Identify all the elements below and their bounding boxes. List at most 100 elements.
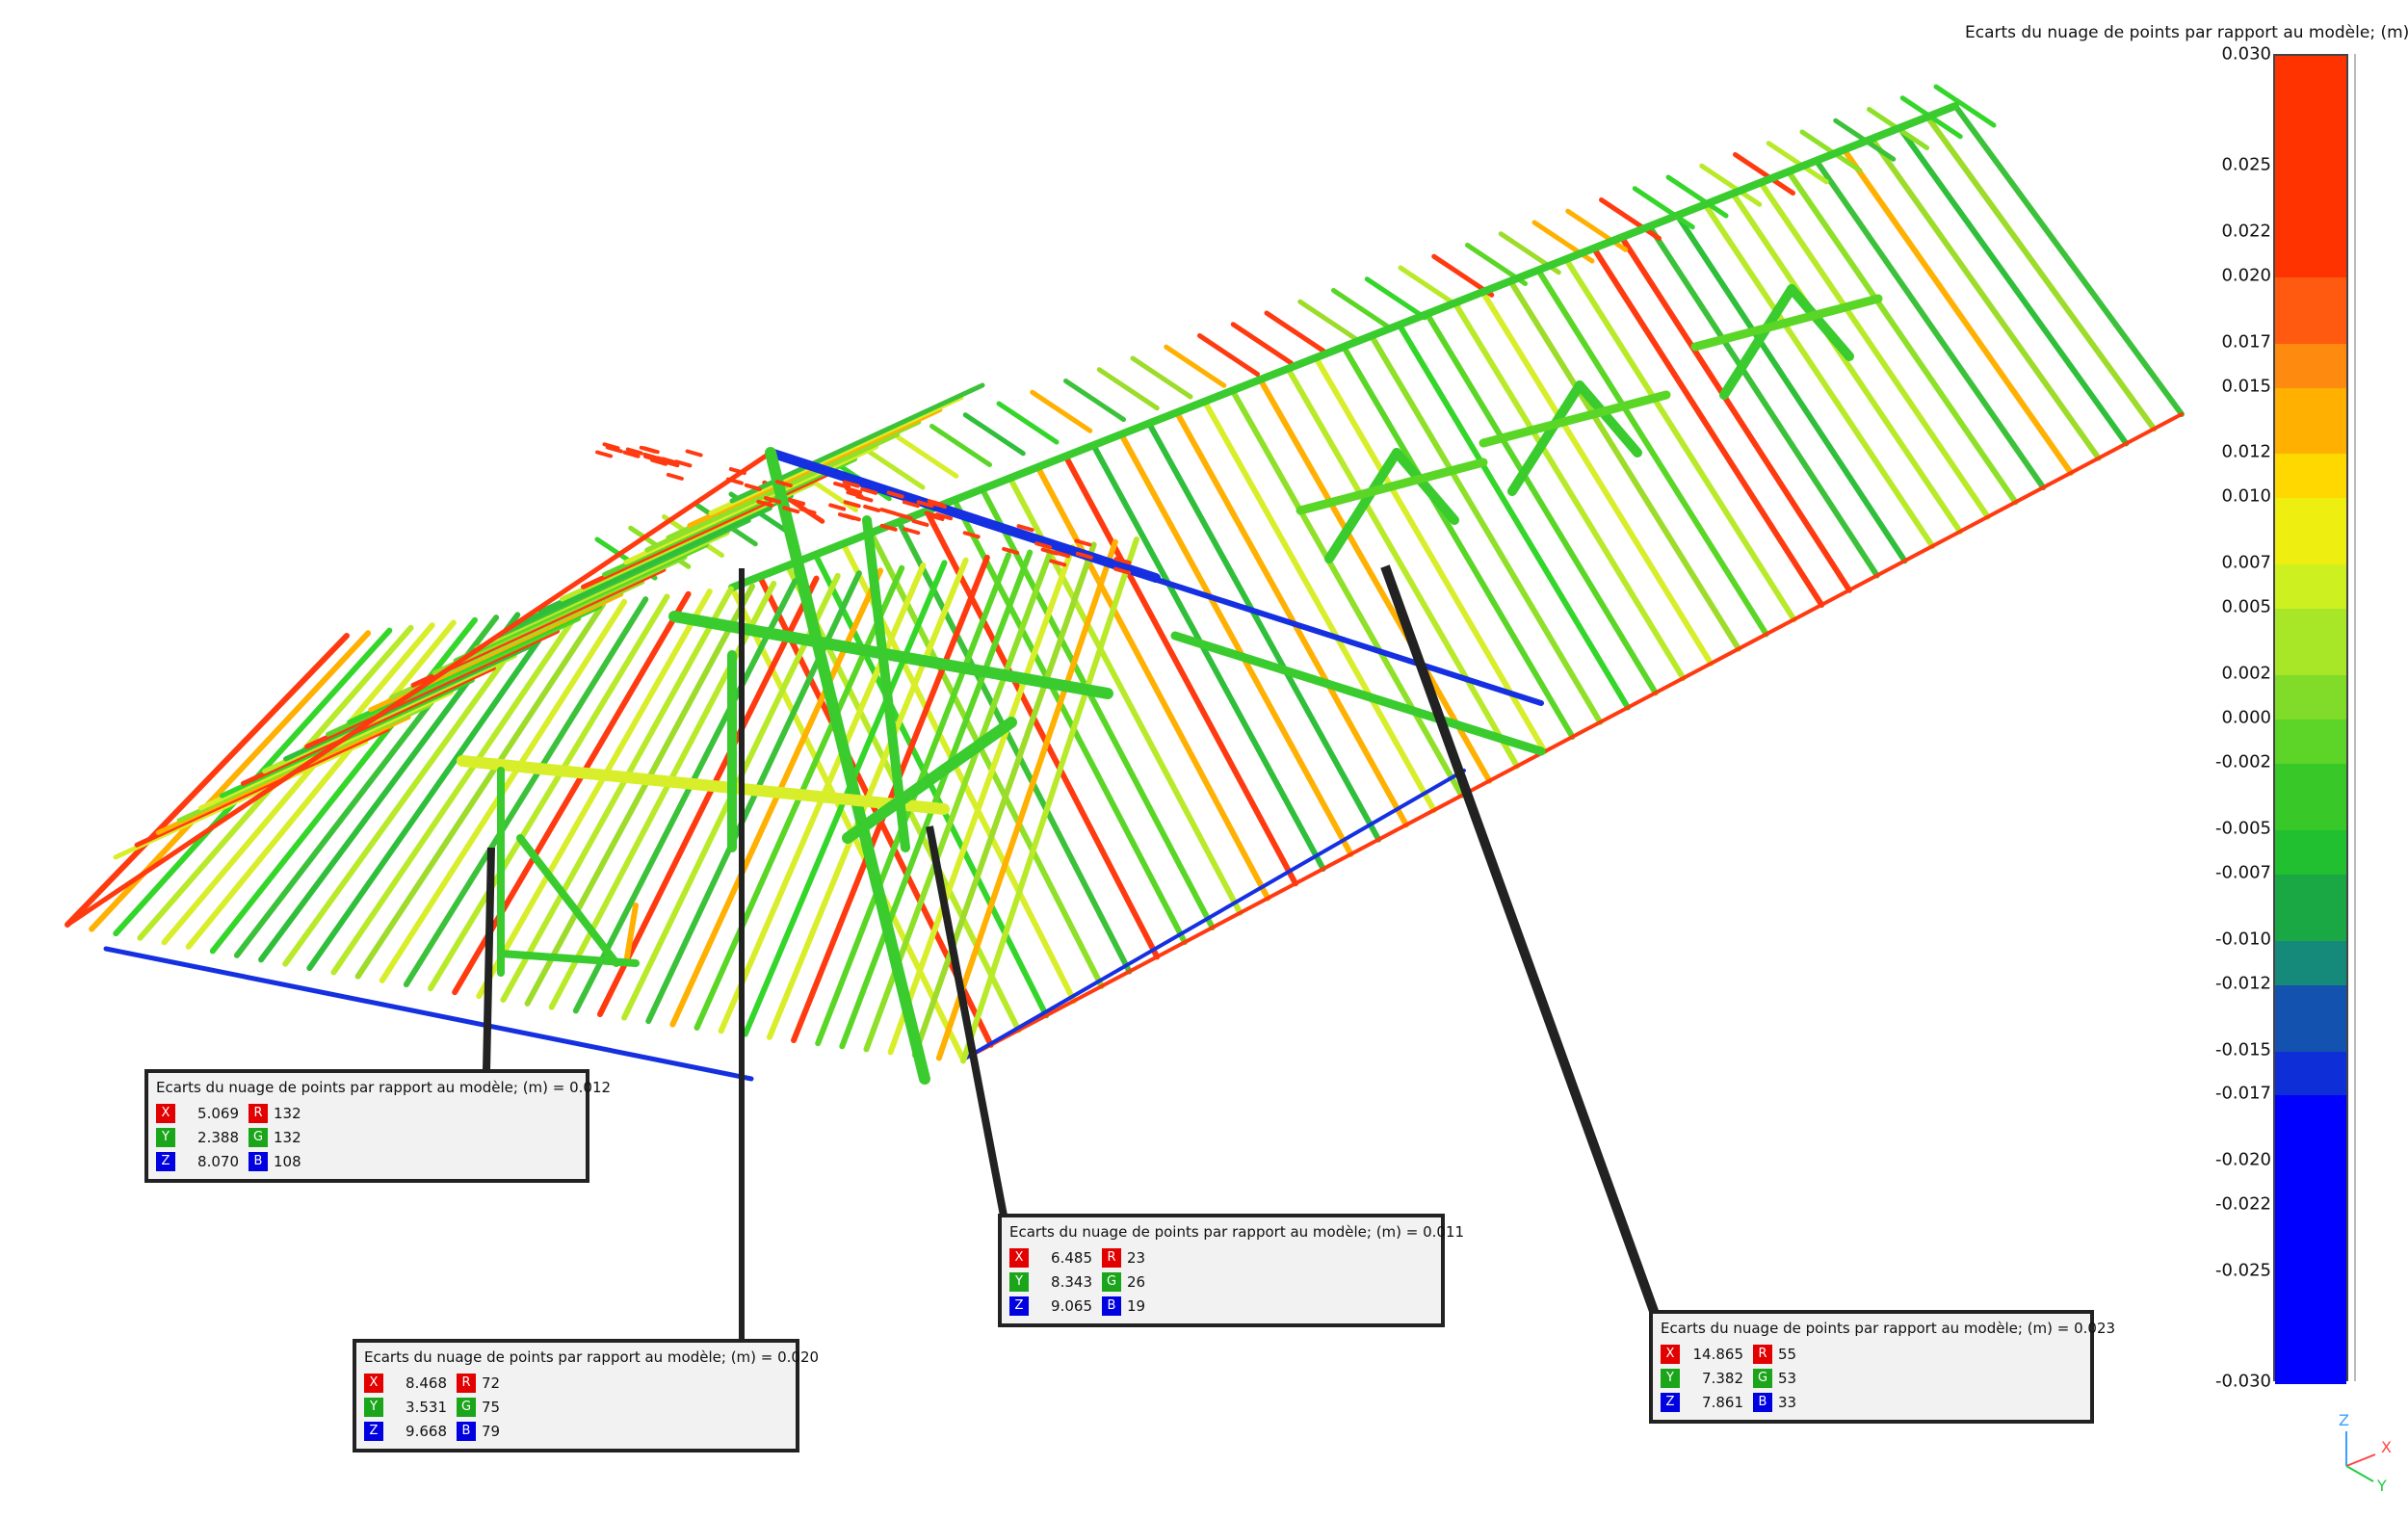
g-chip: G (457, 1397, 476, 1417)
eave-line-blue (961, 769, 1466, 1061)
scale-tick: 0.010 (2221, 485, 2271, 507)
point-cluster (798, 507, 817, 515)
r-value: 132 (274, 1104, 301, 1122)
annotation-row-x: X 8.468 R 72 (364, 1371, 788, 1395)
rafter (1396, 322, 1631, 711)
y-value: 7.382 (1702, 1369, 1743, 1387)
rafter (1813, 157, 2047, 491)
scale-tick: -0.015 (2214, 1039, 2271, 1060)
scale-tick: -0.010 (2214, 929, 2271, 950)
annotation-row-y: Y 3.531 G 75 (364, 1395, 788, 1419)
scale-tick: -0.025 (2214, 1260, 2271, 1281)
leader-line-4 (1380, 564, 1660, 1316)
scale-band (2275, 232, 2346, 278)
scale-tick: -0.020 (2214, 1149, 2271, 1170)
scale-band (2275, 166, 2346, 234)
annotation-box-4[interactable]: Ecarts du nuage de points par rapport au… (1649, 1310, 2115, 1424)
rafter (1197, 333, 1260, 377)
rafter (1264, 310, 1327, 354)
scale-band (2275, 940, 2346, 986)
rafter (1364, 276, 1427, 321)
b-chip: B (1102, 1296, 1121, 1316)
hip-rafter (524, 583, 756, 1007)
annotation-box-2[interactable]: Ecarts du nuage de points par rapport au… (353, 1339, 819, 1453)
rafter (1062, 453, 1298, 887)
scale-band (2275, 387, 2346, 456)
scale-tick: 0.030 (2221, 43, 2271, 65)
rafter (1535, 267, 1769, 638)
rafter (896, 434, 959, 479)
annotation-row-x: X 14.865 R 55 (1661, 1342, 2082, 1366)
x-value: 5.069 (197, 1104, 239, 1122)
axis-y-label: Y (2376, 1477, 2387, 1491)
g-value: 75 (482, 1398, 501, 1416)
truss-tie (1296, 458, 1488, 515)
z-value: 7.861 (1702, 1393, 1743, 1411)
scale-band (2275, 1051, 2346, 1097)
rafter (1130, 355, 1193, 400)
rafter (962, 412, 1026, 457)
z-chip: Z (364, 1421, 383, 1441)
point-cluster (666, 472, 684, 481)
rafter (1331, 288, 1394, 331)
g-value: 132 (274, 1128, 301, 1146)
g-value: 53 (1778, 1369, 1797, 1387)
rafter (1674, 212, 1908, 564)
scale-band (2275, 609, 2346, 677)
rafter (1230, 322, 1294, 366)
scale-band (2275, 1162, 2346, 1208)
annotation-row-z: Z 7.861 B 33 (1661, 1390, 2082, 1414)
x-chip: X (364, 1373, 383, 1393)
annotation-row-y: Y 7.382 G 53 (1661, 1366, 2082, 1390)
b-value: 108 (274, 1152, 301, 1170)
scale-band (2275, 675, 2346, 720)
y-value: 3.531 (406, 1398, 447, 1416)
rafter (1924, 114, 2158, 432)
rafter (1757, 179, 1991, 520)
scale-band (2275, 874, 2346, 942)
point-cluster (595, 450, 614, 458)
g-chip: G (249, 1127, 268, 1147)
scale-tick: 0.015 (2221, 376, 2271, 396)
x-value: 6.485 (1051, 1248, 1092, 1267)
b-chip: B (1753, 1392, 1772, 1412)
scale-band (2275, 276, 2346, 345)
scale-title: Ecarts du nuage de points par rapport au… (1965, 23, 2408, 42)
point-cluster (879, 508, 898, 516)
annotation-box-1[interactable]: Ecarts du nuage de points par rapport au… (144, 1069, 611, 1183)
annotation-box-3[interactable]: Ecarts du nuage de points par rapport au… (998, 1214, 1464, 1327)
rafter (1646, 223, 1880, 579)
x-value: 14.865 (1692, 1345, 1744, 1363)
b-chip: B (457, 1421, 476, 1441)
r-chip: R (457, 1373, 476, 1393)
scale-band (2275, 564, 2346, 611)
annotation-row-x: X 5.069 R 132 (156, 1101, 578, 1125)
rafter (1173, 409, 1409, 828)
rafter (1841, 146, 2074, 476)
scale-band (2275, 498, 2346, 566)
b-value: 33 (1778, 1393, 1797, 1411)
scale-tick: 0.007 (2221, 552, 2271, 573)
rafter (1096, 367, 1160, 411)
scale-tick: 0.017 (2221, 331, 2271, 353)
scale-tick: -0.030 (2214, 1371, 2271, 1392)
y-value: 8.343 (1051, 1272, 1092, 1291)
rafter (1368, 332, 1604, 725)
rafter (1452, 300, 1687, 682)
scale-edge (2354, 54, 2356, 1381)
r-value: 55 (1778, 1345, 1797, 1363)
rafter (1869, 136, 2102, 461)
rafter (929, 424, 992, 467)
scale-tick: -0.007 (2214, 862, 2271, 883)
color-scale-bar (2273, 54, 2348, 1384)
y-chip: Y (156, 1127, 175, 1147)
scale-band (2275, 984, 2346, 1053)
z-chip: Z (1009, 1296, 1029, 1316)
g-chip: G (1753, 1368, 1772, 1388)
leader-line-1 (483, 847, 495, 1072)
scale-band (2275, 829, 2346, 876)
y-chip: Y (1009, 1271, 1029, 1292)
rafter (1145, 420, 1382, 843)
point-cluster (962, 531, 981, 539)
y-chip: Y (364, 1397, 383, 1417)
